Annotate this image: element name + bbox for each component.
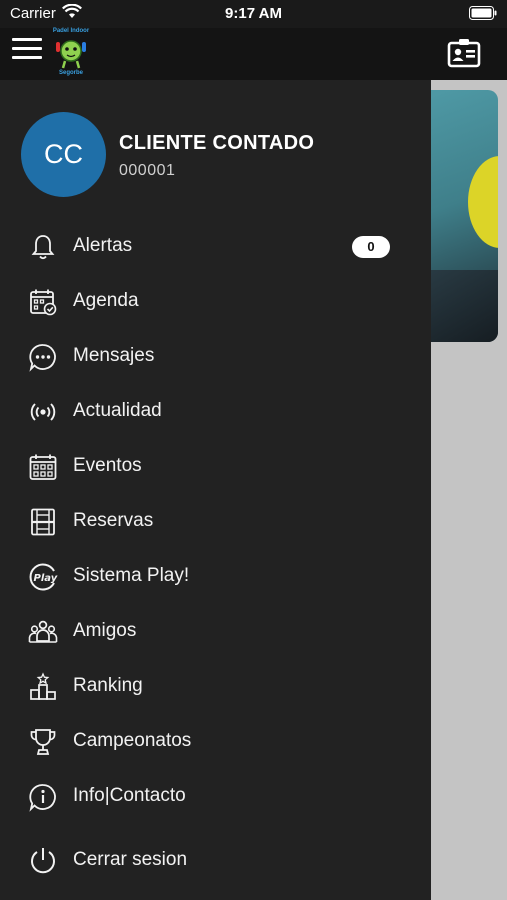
logo-text-bottom: Segorbe [58, 70, 83, 76]
play-badge-icon: Play [29, 563, 58, 591]
calendar-grid-icon [29, 454, 57, 480]
menu-item-label: Campeonatos [73, 730, 192, 751]
logo-text-top: Padel Indoor [52, 28, 90, 34]
tennis-ball-image [468, 156, 498, 248]
logo-mascot-icon [56, 40, 86, 69]
menu-item-reservas[interactable]: Reservas [0, 495, 431, 549]
app-header: Padel Indoor Segorbe [0, 28, 507, 80]
user-profile[interactable]: CC CLIENTE CONTADO 000001 [0, 80, 431, 220]
club-logo: Padel Indoor Segorbe [48, 28, 94, 78]
svg-text:Play: Play [34, 573, 58, 584]
menu-item-info-contacto[interactable]: Info|Contacto [0, 770, 431, 824]
menu-item-actualidad[interactable]: Actualidad [0, 385, 431, 439]
user-name: CLIENTE CONTADO [119, 132, 315, 154]
menu-item-label: Ranking [73, 675, 143, 696]
alerts-count-badge: 0 [352, 236, 390, 258]
menu-item-cerrar-sesion[interactable]: Cerrar sesion [0, 834, 431, 888]
menu-item-sistema-play[interactable]: Play Sistema Play! [0, 550, 431, 604]
calendar-check-icon [30, 289, 57, 316]
menu-item-ranking[interactable]: Ranking [0, 660, 431, 714]
avatar[interactable]: CC [21, 112, 106, 197]
broadcast-icon [30, 403, 56, 421]
menu-item-campeonatos[interactable]: Campeonatos [0, 715, 431, 769]
trophy-icon [30, 729, 56, 755]
court-icon [31, 508, 55, 536]
menu-item-label: Sistema Play! [73, 565, 190, 586]
background-content-card[interactable] [420, 90, 498, 342]
clock: 9:17 AM [225, 5, 282, 22]
hamburger-menu-icon[interactable] [12, 38, 42, 64]
menu-item-label: Amigos [73, 620, 137, 641]
menu-item-agenda[interactable]: Agenda [0, 275, 431, 329]
menu-item-label: Cerrar sesion [73, 849, 188, 870]
menu-item-mensajes[interactable]: Mensajes [0, 330, 431, 384]
podium-icon [30, 672, 56, 700]
status-bar: Carrier 9:17 AM [0, 0, 507, 28]
menu-item-eventos[interactable]: Eventos [0, 440, 431, 494]
member-card-icon[interactable] [447, 38, 481, 68]
power-icon [31, 848, 55, 874]
user-code: 000001 [119, 162, 176, 179]
menu-item-label: Alertas [73, 235, 133, 256]
menu-item-label: Actualidad [73, 400, 162, 421]
info-icon [29, 784, 56, 812]
group-icon [28, 620, 58, 643]
battery-icon [469, 6, 497, 20]
menu-item-label: Mensajes [73, 345, 155, 366]
chat-bubble-icon [29, 344, 56, 372]
menu-item-label: Info|Contacto [73, 785, 186, 806]
menu-item-label: Eventos [73, 455, 142, 476]
menu-item-alertas[interactable]: Alertas 0 [0, 220, 431, 274]
menu-item-amigos[interactable]: Amigos [0, 605, 431, 659]
side-drawer: CC CLIENTE CONTADO 000001 Alertas 0 Agen… [0, 80, 431, 900]
menu-item-label: Agenda [73, 290, 139, 311]
menu-item-label: Reservas [73, 510, 154, 531]
bell-icon [31, 235, 55, 260]
